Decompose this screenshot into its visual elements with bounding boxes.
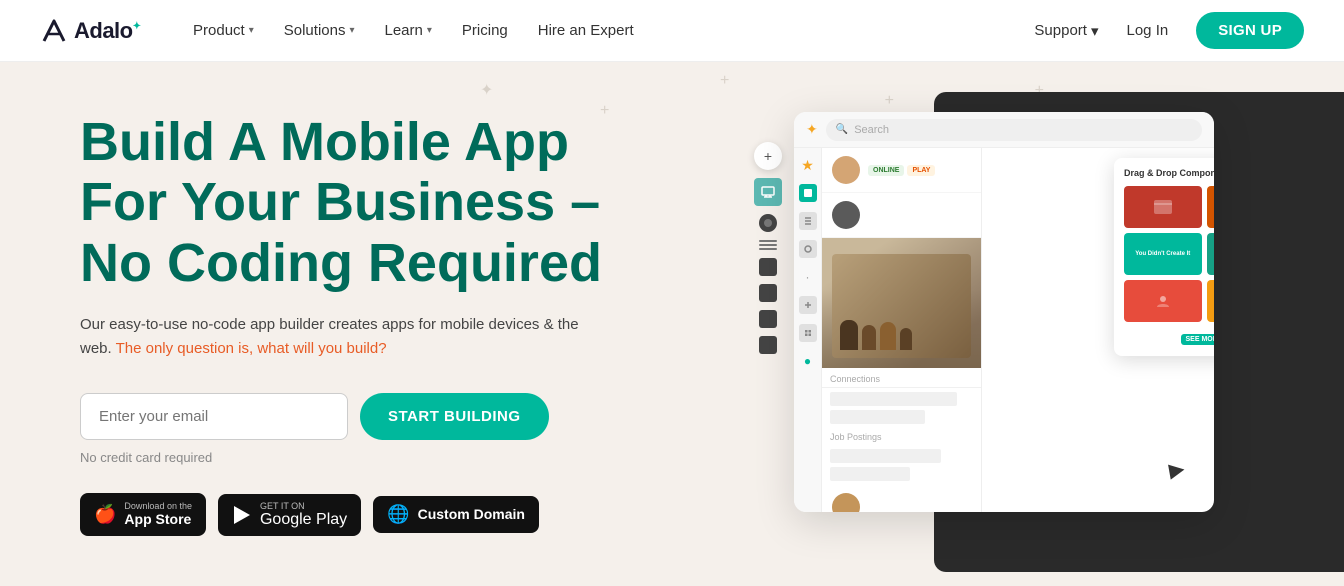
sidebar-dot-1: · [799,268,817,286]
login-button[interactable]: Log In [1115,16,1181,45]
component-item-5 [1124,280,1202,322]
components-panel: Drag & Drop Components You Didn't Create… [1114,158,1214,356]
email-row: START BUILDING [80,393,620,440]
hero-visual: + ✦ 🔍 Search [734,92,1344,572]
toolbar-link-icon [759,336,777,354]
avatar-1 [832,156,860,184]
nav-links: Product ▾ Solutions ▾ Learn ▾ Pricing Hi… [181,16,1034,45]
toolbar-monitor-icon [754,178,782,206]
sidebar-icon-4[interactable] [799,324,817,342]
component-item-6 [1207,280,1215,322]
see-more-section: SEE MORE [1124,328,1214,346]
chevron-down-icon: ▾ [427,25,432,36]
store-badges: 🍎 Download on the App Store GET IT ON Go… [80,493,620,536]
toolbar-plus-btn[interactable]: + [754,142,782,170]
toolbar-user-icon [759,284,777,302]
deco-plus-5: + [720,72,729,90]
globe-icon: 🌐 [387,504,409,525]
chevron-down-icon: ▾ [1091,22,1099,40]
nav-right: Support ▾ Log In SIGN UP [1034,12,1304,49]
chevron-down-icon: ▾ [249,25,254,36]
custom-domain-badge[interactable]: 🌐 Custom Domain [373,496,539,533]
components-grid: You Didn't Create It Waitlist Form [1124,186,1214,322]
adalo-star-icon: ✦ [806,121,818,138]
hero-section: ✦ + + ✦ + + Build A Mobile App For Your … [0,62,1344,586]
hero-title: Build A Mobile App For Your Business – N… [80,112,620,293]
start-building-button[interactable]: START BUILDING [360,393,549,440]
preview-image: SEE MORE [822,238,981,368]
email-input[interactable] [80,393,348,440]
signup-button[interactable]: SIGN UP [1196,12,1304,49]
main-editor-area: Drag & Drop Components You Didn't Create… [982,148,1214,512]
avatar-2 [832,201,860,229]
toolbar-settings-icon [759,258,777,276]
avatar-3 [832,493,860,512]
sidebar-star-icon[interactable]: ★ [799,156,817,174]
app-store-badge[interactable]: 🍎 Download on the App Store [80,493,206,536]
chevron-down-icon: ▾ [349,25,354,36]
navbar: Adalo ✦ Product ▾ Solutions ▾ Learn ▾ Pr… [0,0,1344,62]
connections-section: Connections [822,368,981,424]
sidebar-active-icon[interactable] [799,184,817,202]
toolbar-circle-2 [759,214,777,232]
status-badges-1: ONLINE PLAY [868,165,935,176]
editor-sidebar-icons: ★ · ● [794,148,822,512]
cursor-icon: ▶ [1167,456,1186,483]
editor-card: ✦ 🔍 Search ★ [794,112,1214,512]
sidebar-dot-2: ● [799,352,817,370]
sidebar-icon-1[interactable] [799,212,817,230]
nav-item-product[interactable]: Product ▾ [181,16,266,45]
search-icon: 🔍 [836,124,848,135]
job-postings-section: Job Postings [822,428,981,481]
component-item-3: You Didn't Create It [1124,233,1202,275]
hero-subtitle: Our easy-to-use no-code app builder crea… [80,313,580,361]
content-panel: ONLINE PLAY [822,148,982,512]
nav-item-solutions[interactable]: Solutions ▾ [272,16,367,45]
toolbar-edit-icon [759,310,777,328]
google-play-badge[interactable]: GET IT ON Google Play [218,494,361,536]
nav-item-pricing[interactable]: Pricing [450,16,520,45]
editor-search-bar[interactable]: 🔍 Search [826,119,1202,141]
nav-item-hire-expert[interactable]: Hire an Expert [526,16,646,45]
support-button[interactable]: Support ▾ [1034,22,1098,40]
component-item-1 [1124,186,1202,228]
component-item-4: Waitlist Form [1207,233,1215,275]
apple-icon: 🍎 [94,504,116,525]
no-credit-text: No credit card required [80,450,620,465]
component-item-2 [1207,186,1215,228]
user-list-item-2[interactable] [822,193,981,238]
google-play-icon [232,505,252,525]
nav-item-learn[interactable]: Learn ▾ [373,16,444,45]
logo[interactable]: Adalo ✦ [40,17,141,45]
editor-topbar: ✦ 🔍 Search [794,112,1214,148]
editor-left-toolbar: + [754,142,782,354]
sidebar-icon-3[interactable] [799,296,817,314]
sidebar-icon-2[interactable] [799,240,817,258]
editor-body: ★ · ● [794,148,1214,512]
user-list-item-1[interactable]: ONLINE PLAY [822,148,981,193]
logo-text: Adalo [74,18,133,44]
user-list-item-3[interactable] [822,485,981,512]
hero-content: Build A Mobile App For Your Business – N… [0,72,680,576]
toolbar-list-icon [759,240,777,250]
